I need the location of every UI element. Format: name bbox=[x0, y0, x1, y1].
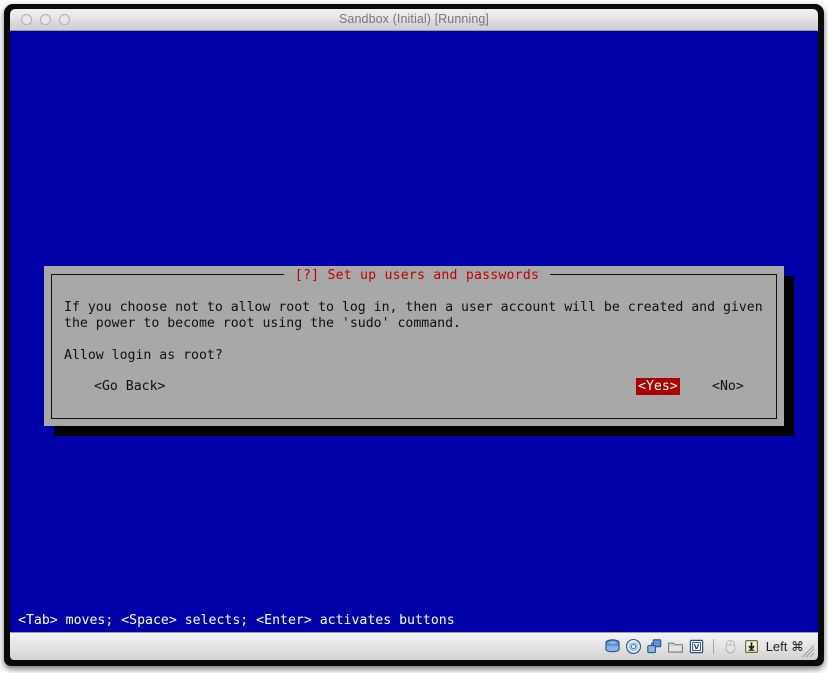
yes-button[interactable]: <Yes> bbox=[636, 378, 680, 395]
window-title: Sandbox (Initial) [Running] bbox=[338, 12, 489, 26]
svg-text:V: V bbox=[693, 642, 699, 651]
dialog-body-line: the power to become root using the 'sudo… bbox=[64, 316, 461, 331]
dialog-question: Allow login as root? bbox=[64, 348, 223, 363]
mouse-integration-icon[interactable] bbox=[722, 638, 739, 655]
dialog-body-spacer bbox=[64, 332, 766, 348]
go-back-button[interactable]: <Go Back> bbox=[92, 378, 167, 395]
vm-status-bar: V Left ⌘ bbox=[10, 632, 818, 660]
dialog-title: [?] Set up users and passwords bbox=[294, 268, 540, 283]
dialog-body: If you choose not to allow root to log i… bbox=[64, 300, 766, 364]
installer-dialog: [?] Set up users and passwords If you ch… bbox=[44, 266, 784, 426]
shared-folder-icon[interactable] bbox=[667, 638, 684, 655]
vm-console-screen[interactable]: [?] Set up users and passwords If you ch… bbox=[10, 31, 818, 632]
host-key-icon[interactable] bbox=[743, 638, 760, 655]
hard-disk-icon[interactable] bbox=[604, 638, 621, 655]
dialog-button-row: <Go Back> <Yes> <No> bbox=[44, 378, 784, 398]
console-key-hints: <Tab> moves; <Space> selects; <Enter> ac… bbox=[18, 613, 455, 628]
optical-disk-icon[interactable] bbox=[625, 638, 642, 655]
host-key-label: Left ⌘ bbox=[765, 638, 804, 654]
status-icon-group: V Left ⌘ bbox=[604, 636, 804, 657]
network-icon[interactable] bbox=[646, 638, 663, 655]
dialog-title-area: [?] Set up users and passwords bbox=[284, 266, 550, 284]
window-titlebar[interactable]: Sandbox (Initial) [Running] bbox=[10, 9, 818, 31]
virtualbox-vm-window: Sandbox (Initial) [Running] [?] Set up u… bbox=[4, 4, 824, 666]
resize-grip[interactable] bbox=[802, 645, 815, 658]
dialog-body-line: If you choose not to allow root to log i… bbox=[64, 300, 763, 315]
status-divider bbox=[712, 639, 714, 654]
virtualization-icon[interactable]: V bbox=[688, 638, 705, 655]
no-button[interactable]: <No> bbox=[710, 378, 746, 395]
